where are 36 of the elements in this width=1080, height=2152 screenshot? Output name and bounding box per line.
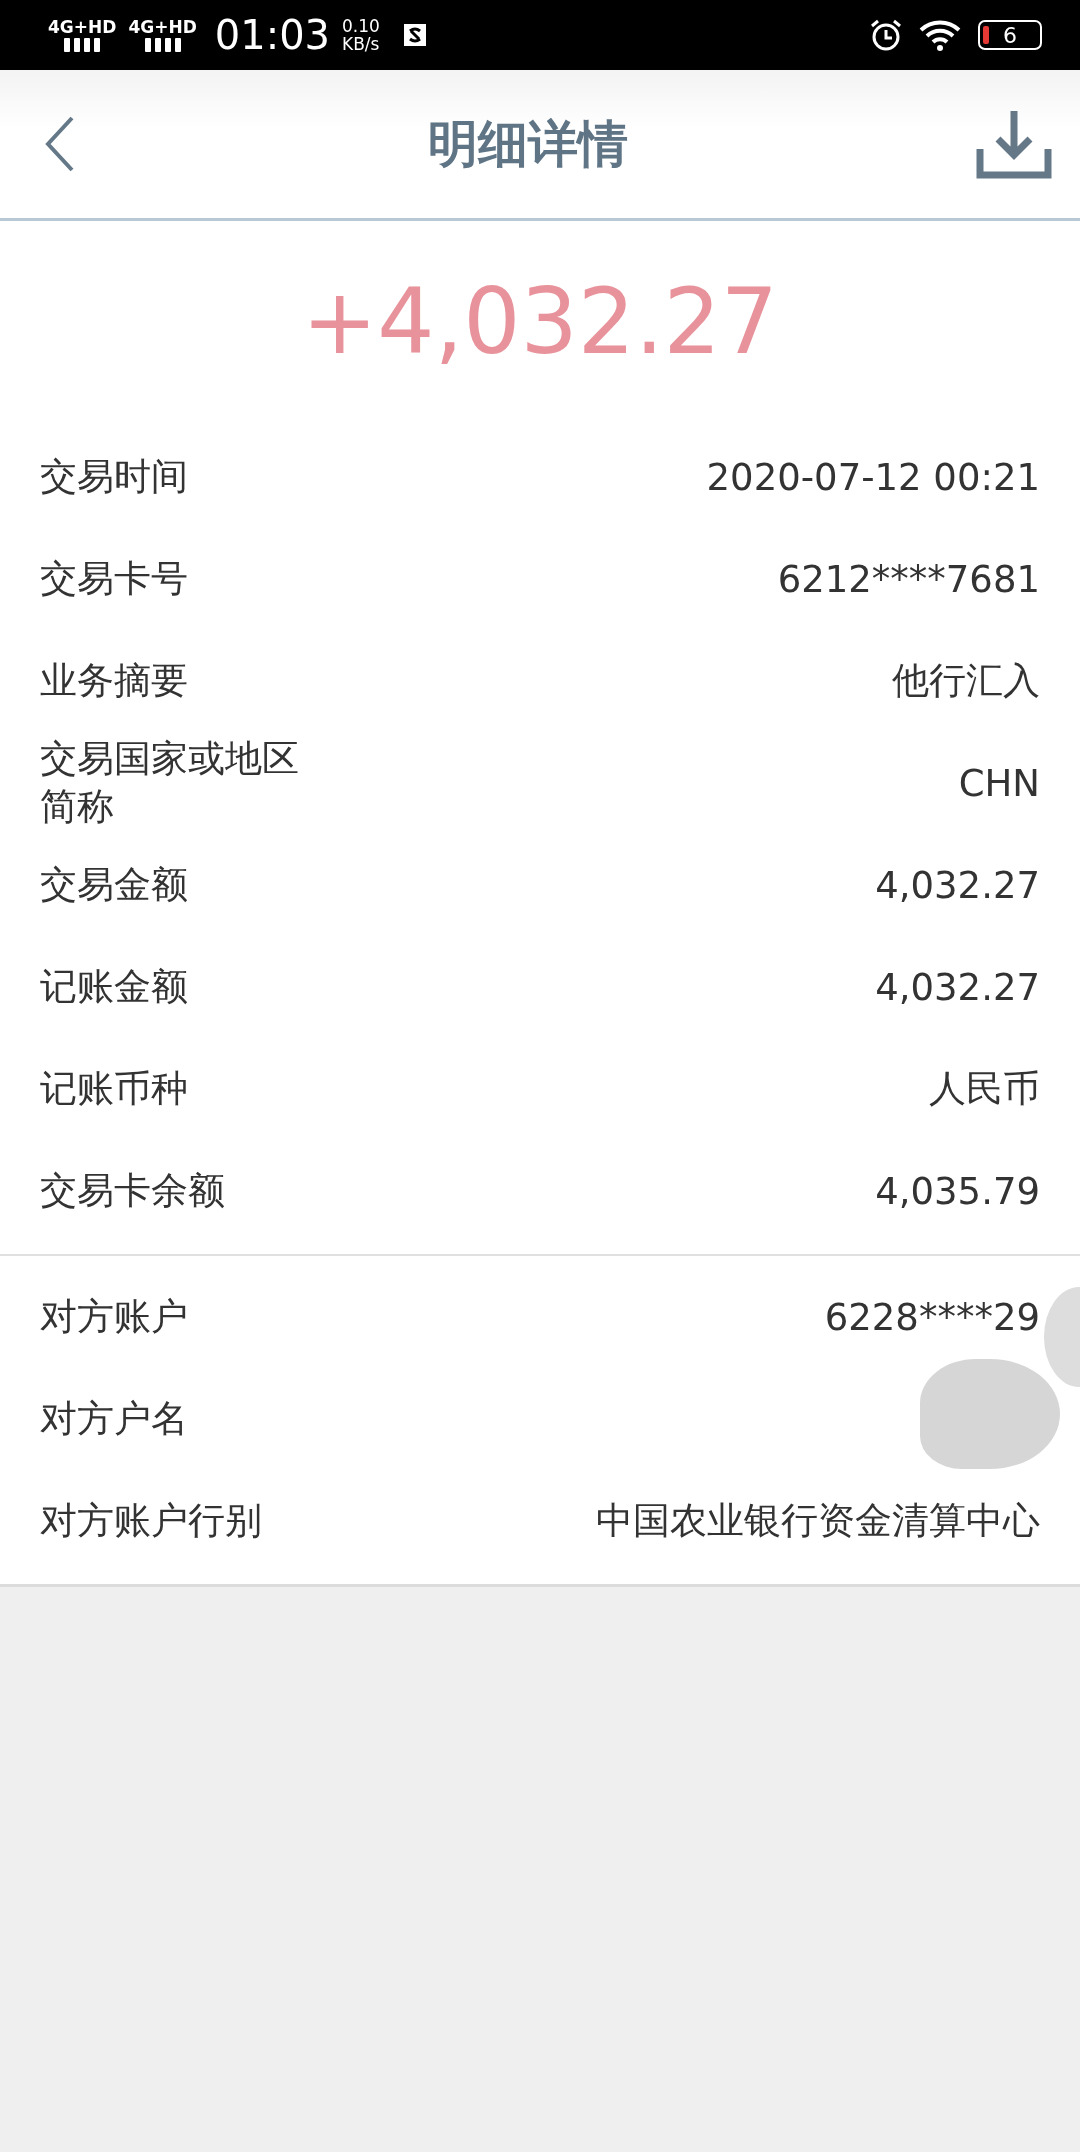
detail-label: 交易国家或地区简称 xyxy=(40,736,300,830)
signal-icon xyxy=(144,36,181,52)
detail-label: 记账金额 xyxy=(40,964,188,1010)
battery-level: 6 xyxy=(1003,22,1017,48)
battery-fill xyxy=(983,26,989,44)
download-icon xyxy=(976,109,1052,179)
detail-value: CHN xyxy=(958,761,1040,805)
detail-value: 4,032.27 xyxy=(875,863,1040,907)
detail-value: 4,035.79 xyxy=(875,1169,1040,1213)
alarm-icon xyxy=(868,17,904,53)
detail-label: 记账币种 xyxy=(40,1066,188,1112)
network-label: 4G+HD xyxy=(128,18,197,36)
detail-label: 交易卡号 xyxy=(40,556,188,602)
detail-label: 对方账户 xyxy=(40,1294,188,1340)
signal-icon xyxy=(64,36,101,52)
detail-label: 交易卡余额 xyxy=(40,1168,225,1214)
detail-value: 4,032.27 xyxy=(875,965,1040,1009)
detail-value: 人民币 xyxy=(929,1066,1040,1112)
detail-value: 6212****7681 xyxy=(777,557,1040,601)
wifi-icon xyxy=(918,18,962,52)
detail-value: 他行汇入 xyxy=(892,658,1040,704)
download-button[interactable] xyxy=(976,109,1052,179)
detail-label: 对方账户行别 xyxy=(40,1498,262,1544)
detail-label: 业务摘要 xyxy=(40,658,188,704)
status-time: 01:03 xyxy=(214,12,331,58)
detail-value: 2020-07-12 00:21 xyxy=(706,455,1040,499)
amount-text: +4,032.27 xyxy=(0,221,1080,426)
detail-label: 交易时间 xyxy=(40,454,188,500)
speed-unit: KB/s xyxy=(342,35,380,53)
network-speed: 0.10 xyxy=(342,17,380,35)
page-title: 明细详情 xyxy=(428,113,628,175)
detail-value: 6228****29 xyxy=(824,1295,1040,1339)
detail-value: 中国农业银行资金清算中心 xyxy=(596,1498,1040,1544)
detail-label: 交易金额 xyxy=(40,862,188,908)
network-label: 4G+HD xyxy=(48,18,117,36)
detail-label: 对方户名 xyxy=(40,1396,188,1442)
